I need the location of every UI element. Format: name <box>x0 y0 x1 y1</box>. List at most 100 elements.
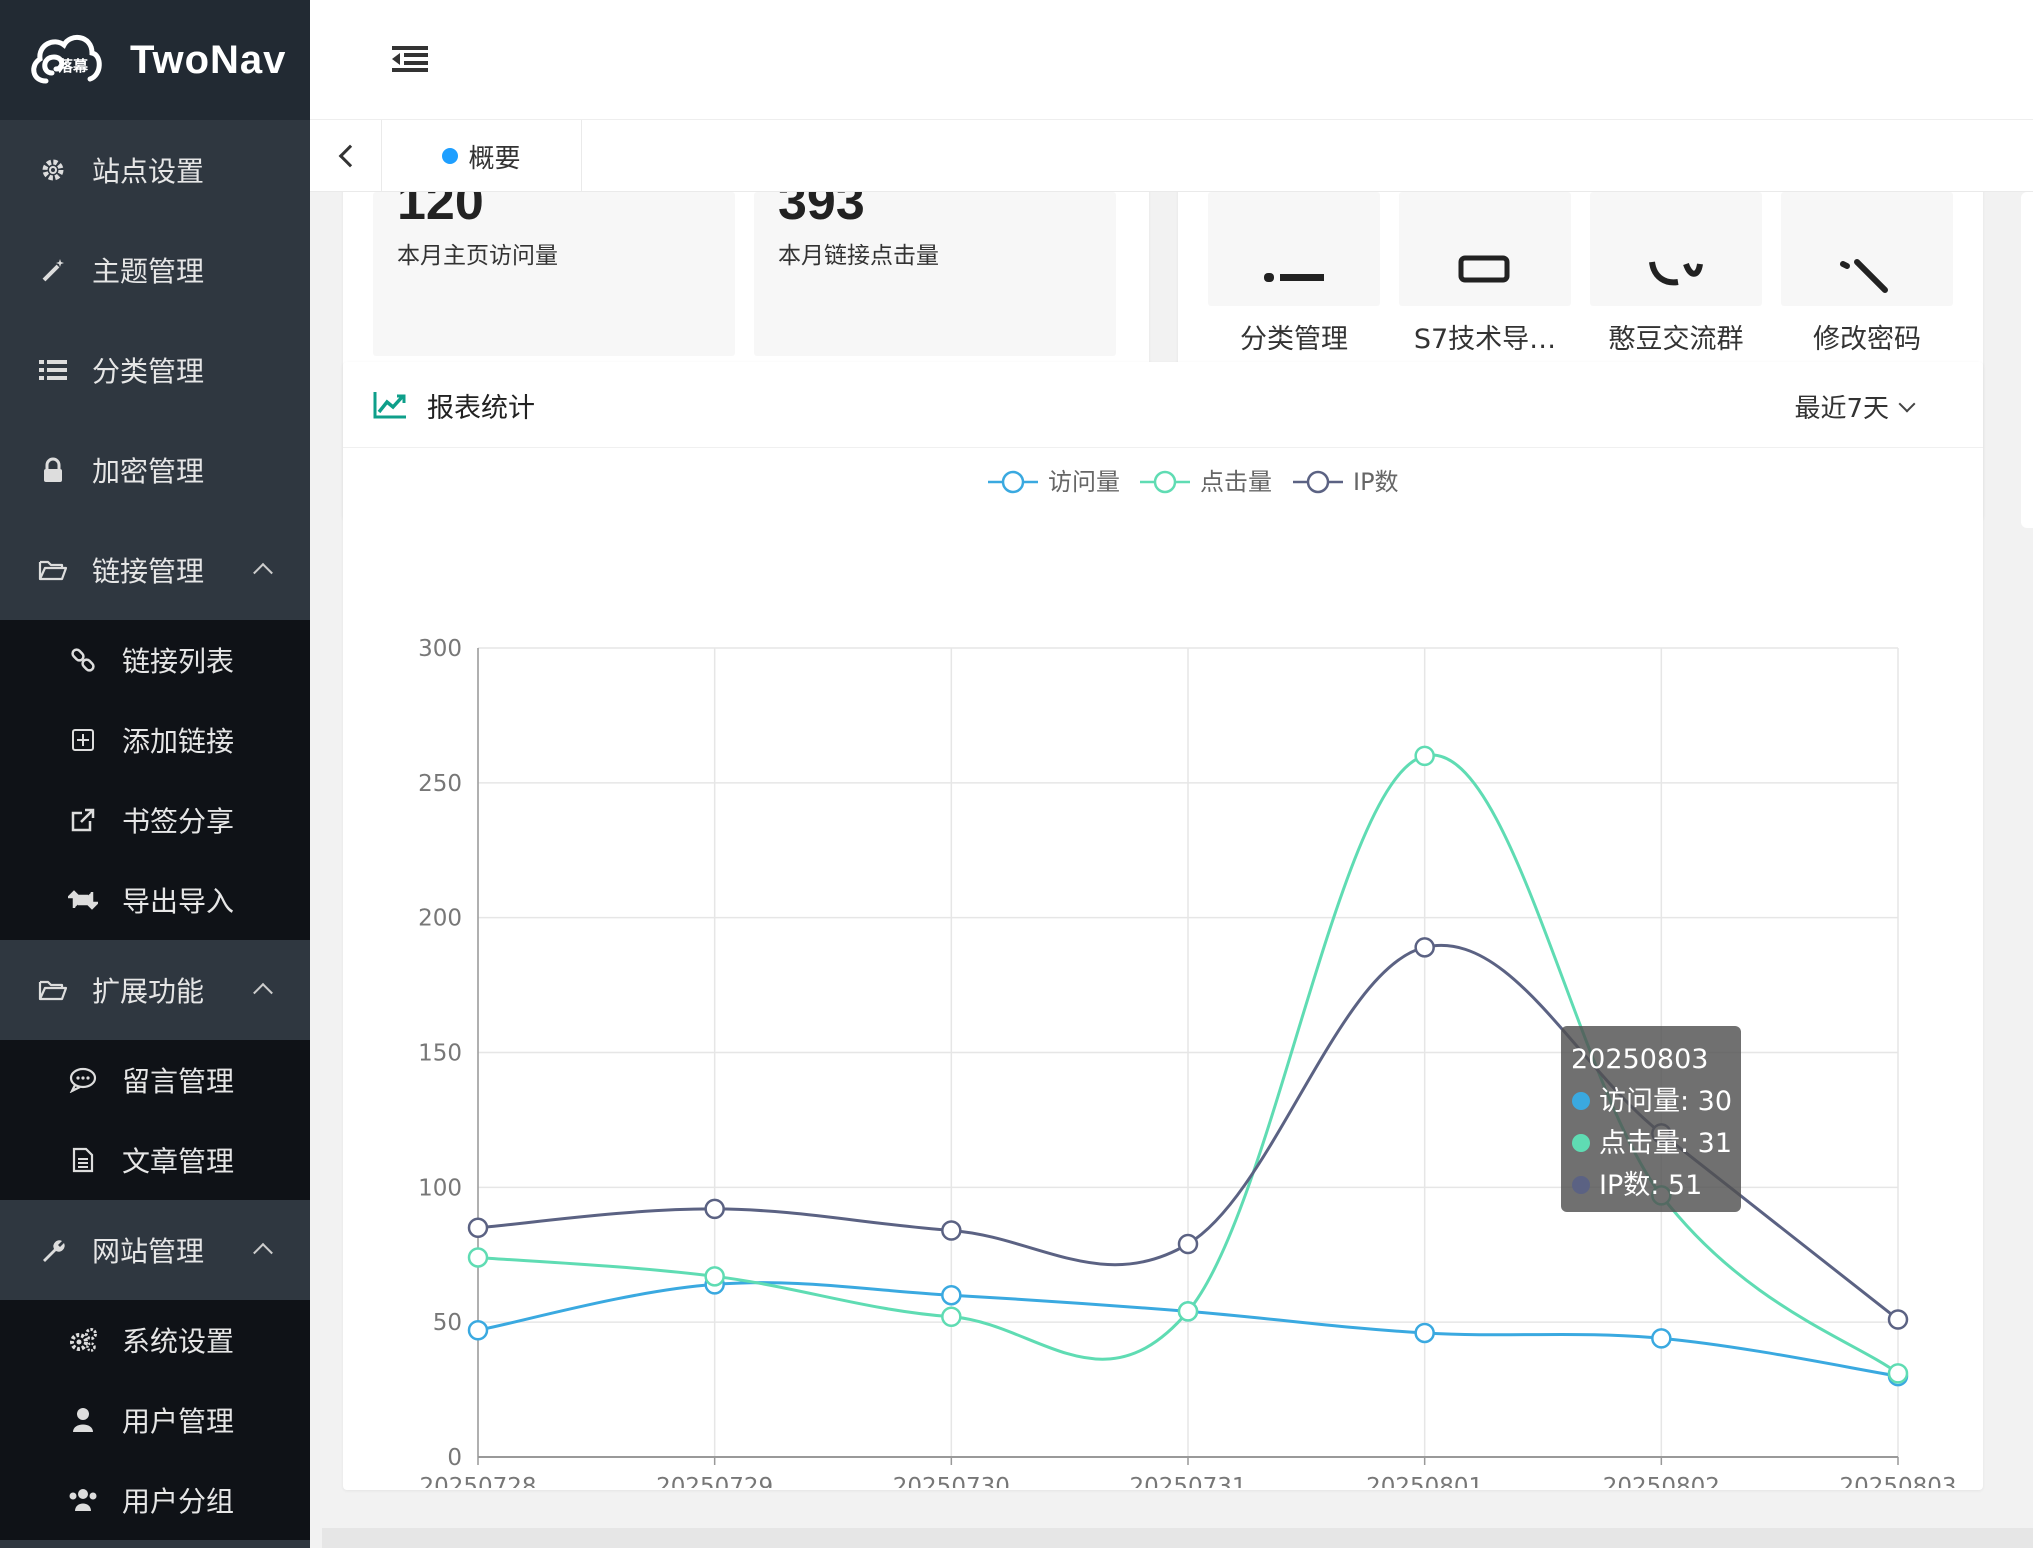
main-content: 120 本月主页访问量 393 本月链接点击量 分类管理 S7技术导… 憨豆交流… <box>310 192 2033 1548</box>
share-icon <box>68 805 98 835</box>
x-tick-label: 20250729 <box>656 1474 773 1488</box>
quick-link-icon-box <box>1781 192 1953 306</box>
data-point[interactable] <box>467 1217 489 1239</box>
chevron-down-icon <box>1898 395 1916 412</box>
sidebar-item-user-groups[interactable]: 用户分组 <box>0 1460 310 1540</box>
stat-link-clicks[interactable]: 393 本月链接点击量 <box>754 192 1116 356</box>
data-point[interactable] <box>1887 1363 1909 1384</box>
sidebar-item-encryption[interactable]: 加密管理 <box>0 420 310 520</box>
legend-item[interactable]: 点击量 <box>1140 468 1272 496</box>
gears-icon <box>68 1325 98 1355</box>
sidebar-item-label: 链接管理 <box>92 555 205 588</box>
sidebar-item-extensions[interactable]: 扩展功能 <box>0 940 310 1040</box>
report-chart-card: 报表统计 最近7天 0 50 100 150 200 250 300 20250728 2025… <box>343 362 1983 1490</box>
quick-link-label: 修改密码 <box>1813 324 1921 355</box>
x-tick-label: 20250730 <box>893 1474 1010 1488</box>
tab-scroll-left-button[interactable] <box>310 120 382 192</box>
data-point[interactable] <box>467 1320 489 1341</box>
card-icon <box>1458 255 1510 283</box>
y-tick-label: 300 <box>418 636 462 662</box>
document-icon <box>68 1145 98 1175</box>
sidebar-item-label: 站点设置 <box>92 155 205 188</box>
menu-toggle-icon[interactable] <box>392 44 428 74</box>
data-point[interactable] <box>1177 1301 1199 1322</box>
data-point[interactable] <box>1651 1328 1672 1349</box>
line-chart-icon <box>373 392 406 419</box>
sidebar-item-label: 扩展功能 <box>92 975 205 1008</box>
quick-link-icon-box <box>1590 192 1762 306</box>
stat-home-visits[interactable]: 120 本月主页访问量 <box>373 192 735 356</box>
tooltip-row: 点击量: 31 <box>1599 1128 1732 1159</box>
date-range-value: 最近7天 <box>1794 394 1889 424</box>
chevron-up-icon <box>253 562 273 583</box>
chart-title: 报表统计 <box>427 393 535 424</box>
retweet-icon <box>68 885 98 915</box>
data-point[interactable] <box>1414 1322 1435 1344</box>
sidebar-item-add-link[interactable]: 添加链接 <box>0 700 310 780</box>
magic-wand-icon <box>38 255 68 285</box>
quick-link-icon-box <box>1399 192 1571 306</box>
user-icon <box>68 1405 98 1435</box>
sidebar-item-system-settings[interactable]: 系统设置 <box>0 1300 310 1380</box>
data-point[interactable] <box>1887 1309 1909 1330</box>
legend-item[interactable]: IP数 <box>1293 468 1399 496</box>
data-point[interactable] <box>1177 1233 1199 1255</box>
data-point[interactable] <box>941 1220 962 1241</box>
sidebar-item-link-list[interactable]: 链接列表 <box>0 620 310 700</box>
content-bottom-edge <box>322 1528 2033 1548</box>
x-tick-label: 20250728 <box>419 1474 536 1488</box>
legend-label: 点击量 <box>1200 468 1272 496</box>
date-range-select[interactable]: 最近7天 <box>1794 388 1916 425</box>
data-point[interactable] <box>941 1306 962 1328</box>
users-icon <box>68 1485 98 1515</box>
sidebar-item-label: 用户管理 <box>122 1405 235 1438</box>
chevron-up-icon <box>253 982 273 1003</box>
quick-link-s7[interactable]: S7技术导… <box>1399 192 1571 382</box>
cloud-logo-icon: 落幕 <box>31 35 102 84</box>
sidebar-item-bookmark-share[interactable]: 书签分享 <box>0 780 310 860</box>
sidebar-item-label: 留言管理 <box>122 1065 235 1098</box>
sidebar-item-user-management[interactable]: 用户管理 <box>0 1380 310 1460</box>
sidebar-item-site-management[interactable]: 网站管理 <box>0 1200 310 1300</box>
y-tick-label: 200 <box>418 906 462 932</box>
list-icon <box>38 355 68 385</box>
quick-link-label: 分类管理 <box>1240 324 1348 355</box>
legend-marker <box>1306 470 1330 494</box>
sidebar-item-articles[interactable]: 文章管理 <box>0 1120 310 1200</box>
sidebar-item-label: 用户分组 <box>122 1485 235 1518</box>
quick-link-category[interactable]: 分类管理 <box>1208 192 1380 382</box>
lock-icon <box>38 455 68 485</box>
sidebar-item-theme[interactable]: 主题管理 <box>0 220 310 320</box>
sidebar-item-site-settings[interactable]: 站点设置 <box>0 120 310 220</box>
quick-link-label: 憨豆交流群 <box>1608 324 1744 355</box>
y-tick-label: 0 <box>447 1445 462 1471</box>
sidebar-item-link-management[interactable]: 链接管理 <box>0 520 310 620</box>
logo[interactable]: 落幕 TwoNav <box>0 0 310 120</box>
line-chart: 0 50 100 150 200 250 300 20250728 20250729 202507… <box>418 468 1956 1488</box>
quick-link-change-password[interactable]: 修改密码 <box>1781 192 1953 382</box>
sidebar-item-label: 文章管理 <box>122 1145 235 1178</box>
data-point[interactable] <box>1414 745 1435 767</box>
sidebar-item-messages[interactable]: 留言管理 <box>0 1040 310 1120</box>
link-icon <box>68 645 98 675</box>
quick-link-group[interactable]: 憨豆交流群 <box>1590 192 1762 382</box>
sidebar-item-category[interactable]: 分类管理 <box>0 320 310 420</box>
data-point[interactable] <box>704 1198 725 1220</box>
tab-bar: 概要 <box>310 120 2033 192</box>
legend-item[interactable]: 访问量 <box>988 468 1120 496</box>
data-point[interactable] <box>1414 937 1435 958</box>
sidebar-item-export-import[interactable]: 导出导入 <box>0 860 310 940</box>
chart-tooltip: 20250803 访问量: 30 点击量: 31 IP数: 51 <box>1561 1026 1741 1212</box>
data-point[interactable] <box>704 1266 725 1287</box>
x-tick-label: 20250802 <box>1603 1474 1720 1488</box>
key-icon <box>1840 259 1888 293</box>
tab-label: 概要 <box>468 143 521 174</box>
tab-overview[interactable]: 概要 <box>382 120 582 192</box>
data-point[interactable] <box>941 1284 962 1306</box>
chat-icon <box>1649 261 1703 286</box>
chat-icon <box>68 1065 98 1095</box>
sidebar-item-label: 书签分享 <box>122 805 235 838</box>
top-header <box>310 0 2033 120</box>
data-point[interactable] <box>467 1247 489 1268</box>
folder-open-icon <box>38 555 68 585</box>
